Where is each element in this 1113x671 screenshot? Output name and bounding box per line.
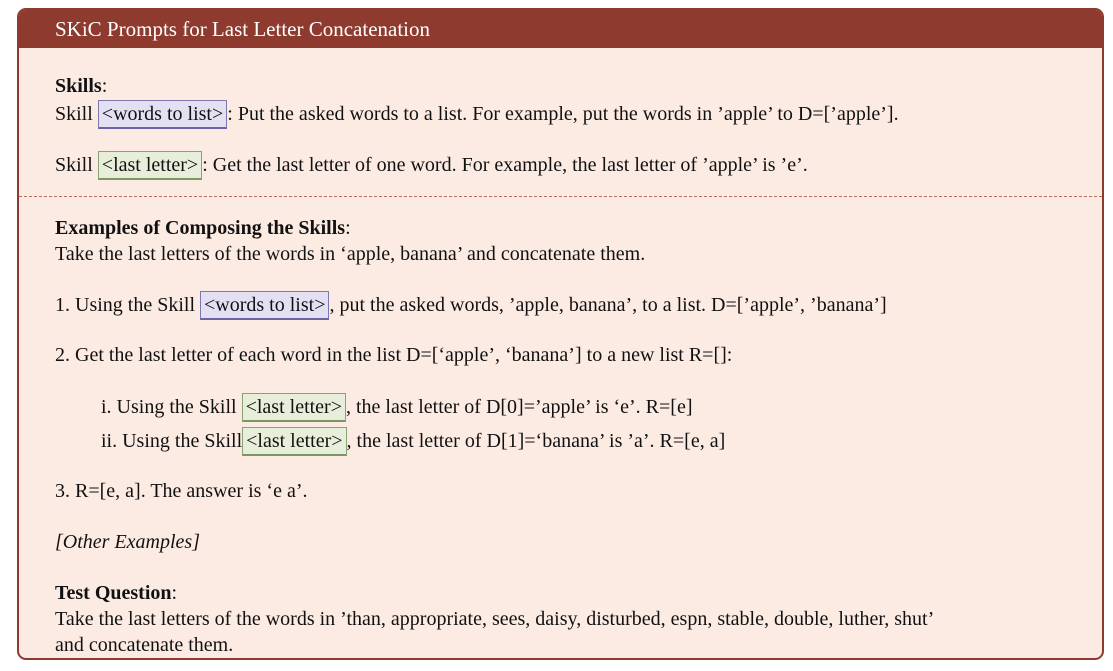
skill-words-to-list-description: : Put the asked words to a list. For exa… (227, 103, 899, 125)
step-2-i-skill-tag: <last letter> (241, 393, 346, 422)
step-1-suffix: , put the asked words, ’apple, banana’, … (329, 294, 887, 316)
test-heading: Test Question (55, 582, 172, 604)
other-examples-placeholder: [Other Examples] (55, 531, 200, 553)
example-step-2: 2. Get the last letter of each word in t… (55, 344, 733, 366)
skill-words-to-list-line: Skill <words to list>: Put the asked wor… (55, 100, 899, 129)
step-1-skill-tag: <words to list> (200, 291, 330, 320)
skill-word: Skill (55, 154, 98, 176)
test-question-line-2: and concatenate them. (55, 634, 234, 656)
section-divider (19, 196, 1102, 197)
examples-heading-line: Examples of Composing the Skills: (55, 215, 351, 241)
example-step-1: 1. Using the Skill <words to list>, put … (55, 291, 887, 320)
skills-heading-line: Skills: (55, 73, 107, 99)
examples-heading: Examples of Composing the Skills (55, 217, 346, 239)
step-1-prefix: 1. Using the Skill (55, 294, 201, 316)
examples-heading-colon: : (345, 217, 351, 239)
example-step-2-ii: ii. Using the Skill <last letter>, the la… (101, 427, 725, 456)
skill-last-letter-description: : Get the last letter of one word. For e… (202, 154, 808, 176)
step-2-ii-suffix: , the last letter of D[1]=‘banana’ is ’a… (346, 430, 726, 452)
examples-task: Take the last letters of the words in ‘a… (55, 243, 646, 265)
test-question-line-1: Take the last letters of the words in ’t… (55, 608, 935, 630)
step-2-i-prefix: i. Using the Skill (101, 396, 242, 418)
skill-tag-words-to-list: <words to list> (97, 100, 228, 129)
example-step-3: 3. R=[e, a]. The answer is ‘e a’. (55, 480, 308, 502)
skill-last-letter-line: Skill <last letter>: Get the last letter… (55, 151, 808, 180)
skills-heading: Skills (55, 75, 102, 97)
skills-heading-colon: : (101, 75, 108, 97)
step-2-ii-skill-tag: <last letter> (242, 427, 347, 456)
step-2-ii-prefix: ii. Using the Skill (101, 430, 243, 452)
test-heading-line: Test Question: (55, 580, 177, 606)
example-step-2-i: i. Using the Skill <last letter>, the la… (101, 393, 693, 422)
step-2-i-suffix: , the last letter of D[0]=’apple’ is ‘e’… (346, 396, 693, 418)
skill-tag-last-letter: <last letter> (97, 151, 203, 180)
skill-word: Skill (55, 103, 98, 125)
skic-prompt-panel: SKiC Prompts for Last Letter Concatenati… (17, 8, 1104, 660)
panel-title: SKiC Prompts for Last Letter Concatenati… (19, 10, 1102, 48)
test-heading-colon: : (171, 582, 178, 604)
